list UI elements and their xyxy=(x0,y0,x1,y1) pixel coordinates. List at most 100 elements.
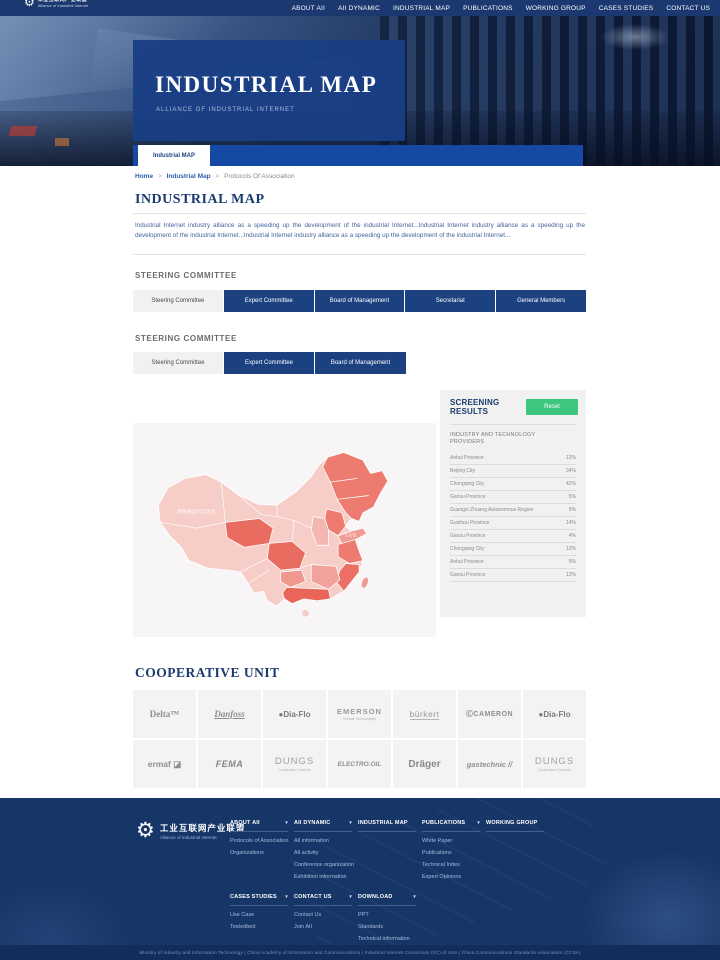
tab-label: Board of Management xyxy=(331,360,390,366)
breadcrumb-industrial-map[interactable]: Industrial Map xyxy=(167,173,211,180)
section-label-committee-2: STEERING COMMITTEE xyxy=(135,334,237,343)
map-region-hainan xyxy=(302,609,310,617)
screening-row[interactable]: Gansu Province5% xyxy=(450,491,576,504)
screening-row[interactable]: Anhui Province12% xyxy=(450,452,576,465)
tab-steering-committee-2[interactable]: Steering Committee xyxy=(133,352,224,374)
partner-logo-draeger[interactable]: Dräger xyxy=(393,740,456,788)
partner-logo-burkert[interactable]: bürkert xyxy=(393,690,456,738)
committee-tabs-1: Steering Committee Expert Committee Boar… xyxy=(133,290,586,312)
screening-row[interactable]: Guizhou Province14% xyxy=(450,517,576,530)
partner-logo-delta[interactable]: Delta™ xyxy=(133,690,196,738)
footer-col-title[interactable]: INDUSTRIAL MAP xyxy=(358,820,416,826)
reset-button[interactable]: Reset xyxy=(526,399,578,415)
screening-row[interactable]: Guangxi Zhuang Autonomous Region5% xyxy=(450,504,576,517)
footer-col-title[interactable]: PUBLICATIONS▾ xyxy=(422,820,480,826)
footer-link[interactable]: PPT xyxy=(358,912,416,918)
footer-link[interactable]: Technical information xyxy=(358,936,416,942)
committee-tabs-2: Steering Committee Expert Committee Boar… xyxy=(133,352,406,374)
partner-logo-dungs[interactable]: DUNGSCombustion Controls xyxy=(263,740,326,788)
footer-link[interactable]: Expert Opinions xyxy=(422,874,480,880)
footer-link[interactable]: Organizations xyxy=(230,850,288,856)
tab-general-members[interactable]: General Members xyxy=(496,290,586,312)
divider xyxy=(133,254,586,255)
footer-link[interactable]: Conference organization xyxy=(294,862,352,868)
province-value: 12% xyxy=(566,546,576,552)
nav-cases-studies[interactable]: CASES STUDIES xyxy=(599,5,654,12)
nav-aii-dynamic[interactable]: AII DYNAMIC xyxy=(338,5,380,12)
footer-col-title[interactable]: ABOUT AII▾ xyxy=(230,820,288,826)
screening-rows: Anhui Province12% Beijing City34% Chongq… xyxy=(450,452,576,582)
footer-partners-text: Ministry of Industry and Information Tec… xyxy=(139,950,580,955)
footer-link[interactable]: All activity xyxy=(294,850,352,856)
hero-title-panel: INDUSTRIAL MAP ALLIANCE OF INDUSTRIAL IN… xyxy=(133,40,405,141)
footer-link[interactable]: Technical Index xyxy=(422,862,480,868)
footer-link[interactable]: Contact Us xyxy=(294,912,352,918)
partner-logo-electrooil[interactable]: ELECTRO.OIL xyxy=(328,740,391,788)
province-name: Chongqing City xyxy=(450,546,484,552)
partner-logo-gastechnic[interactable]: gastechnic // xyxy=(458,740,521,788)
footer-col-publications: PUBLICATIONS▾ White Paper Publications T… xyxy=(422,820,480,880)
screening-row[interactable]: Chongqing City42% xyxy=(450,478,576,491)
china-choropleth-map[interactable]: 新疆维吾尔自治区 山东省 xyxy=(141,427,428,633)
province-name: Chongqing City xyxy=(450,481,484,487)
footer-link[interactable]: Join AII xyxy=(294,924,352,930)
footer-bottom-bar: Ministry of Industry and Information Tec… xyxy=(0,945,720,960)
footer-link[interactable]: Exhibition information xyxy=(294,874,352,880)
tab-secretariat[interactable]: Secretariat xyxy=(405,290,496,312)
partner-logo-diaflo[interactable]: ●Dia-Flo xyxy=(523,690,586,738)
footer-col-contact-us: CONTACT US▾ Contact Us Join AII xyxy=(294,894,352,930)
nav-publications[interactable]: PUBLICATIONS xyxy=(463,5,513,12)
footer-col-title[interactable]: CASES STUDIES▾ xyxy=(230,894,288,900)
screening-results-panel: SCREENING RESULTS Reset INDUSTRY AND TEC… xyxy=(440,390,586,617)
hero-photo-detail xyxy=(55,138,69,146)
partner-logo-danfoss[interactable]: Danfoss xyxy=(198,690,261,738)
page-title: INDUSTRIAL MAP xyxy=(135,192,265,208)
screening-row[interactable]: Anhui Province5% xyxy=(450,556,576,569)
breadcrumb-home[interactable]: Home xyxy=(135,173,153,180)
footer-link[interactable]: White Paper xyxy=(422,838,480,844)
footer-col-title[interactable]: CONTACT US▾ xyxy=(294,894,352,900)
footer-link[interactable]: Use Case xyxy=(230,912,288,918)
tab-board-of-management[interactable]: Board of Management xyxy=(315,290,406,312)
screening-row[interactable]: Chongqing City 12% xyxy=(450,543,576,556)
partner-logo-dungs[interactable]: DUNGSCombustion Controls xyxy=(523,740,586,788)
screening-row[interactable]: Gansu Province4% xyxy=(450,530,576,543)
screening-row[interactable]: Beijing City34% xyxy=(450,465,576,478)
nav-working-group[interactable]: WORKING GROUP xyxy=(526,5,586,12)
screening-row[interactable]: Gansu Province12% xyxy=(450,569,576,582)
partner-logo-cameron[interactable]: ⒸCAMERON xyxy=(458,690,521,738)
tab-label: Expert Committee xyxy=(245,298,293,304)
section-label-committee-1: STEERING COMMITTEE xyxy=(135,271,237,280)
nav-contact-us[interactable]: CONTACT US xyxy=(666,5,710,12)
map-region-taiwan xyxy=(360,576,370,589)
nav-about-aii[interactable]: ABOUT AII xyxy=(292,5,325,12)
map-region-guangdong-guangxi xyxy=(283,587,331,603)
footer-col-title[interactable]: DOWNLOAD▾ xyxy=(358,894,416,900)
footer-logo[interactable]: ⚙ 工业互联网产业联盟 Alliance of Industrial Inter… xyxy=(136,820,245,841)
tab-steering-committee[interactable]: Steering Committee xyxy=(133,290,224,312)
chevron-down-icon: ▾ xyxy=(285,894,288,900)
logo-subtext: Combustion Controls xyxy=(538,768,571,772)
footer-link[interactable]: Protocols of Association xyxy=(230,838,288,844)
partner-logo-fema[interactable]: FEMA xyxy=(198,740,261,788)
tab-expert-committee[interactable]: Expert Committee xyxy=(224,290,315,312)
nav-industrial-map[interactable]: INDUSTRIAL MAP xyxy=(393,5,450,12)
logo-text: ELECTRO.OIL xyxy=(338,761,382,768)
footer-col-title[interactable]: WORKING GROUP xyxy=(486,820,544,826)
tab-expert-committee-2[interactable]: Expert Committee xyxy=(224,352,315,374)
logo-text: Dräger xyxy=(408,759,440,770)
active-section-tab[interactable]: Industrial MAP xyxy=(138,145,210,166)
partner-logo-emerson[interactable]: EMERSONClimate Technologies xyxy=(328,690,391,738)
footer-col-title[interactable]: AII DYNAMIC▾ xyxy=(294,820,352,826)
partner-logo-ermaf[interactable]: ermaf ◪ xyxy=(133,740,196,788)
divider xyxy=(294,905,352,906)
site-logo[interactable]: ⚙ 工业互联网产业联盟 Alliance of Industrial Inter… xyxy=(24,0,88,8)
footer-link[interactable]: Publications xyxy=(422,850,480,856)
footer-link[interactable]: All information xyxy=(294,838,352,844)
province-value: 12% xyxy=(566,572,576,578)
footer-link[interactable]: Testedbed xyxy=(230,924,288,930)
footer-col-about-aii: ABOUT AII▾ Protocols of Association Orga… xyxy=(230,820,288,856)
partner-logo-diaflo[interactable]: ●Dia-Flo xyxy=(263,690,326,738)
footer-link[interactable]: Standards xyxy=(358,924,416,930)
tab-board-of-management-2[interactable]: Board of Management xyxy=(315,352,406,374)
